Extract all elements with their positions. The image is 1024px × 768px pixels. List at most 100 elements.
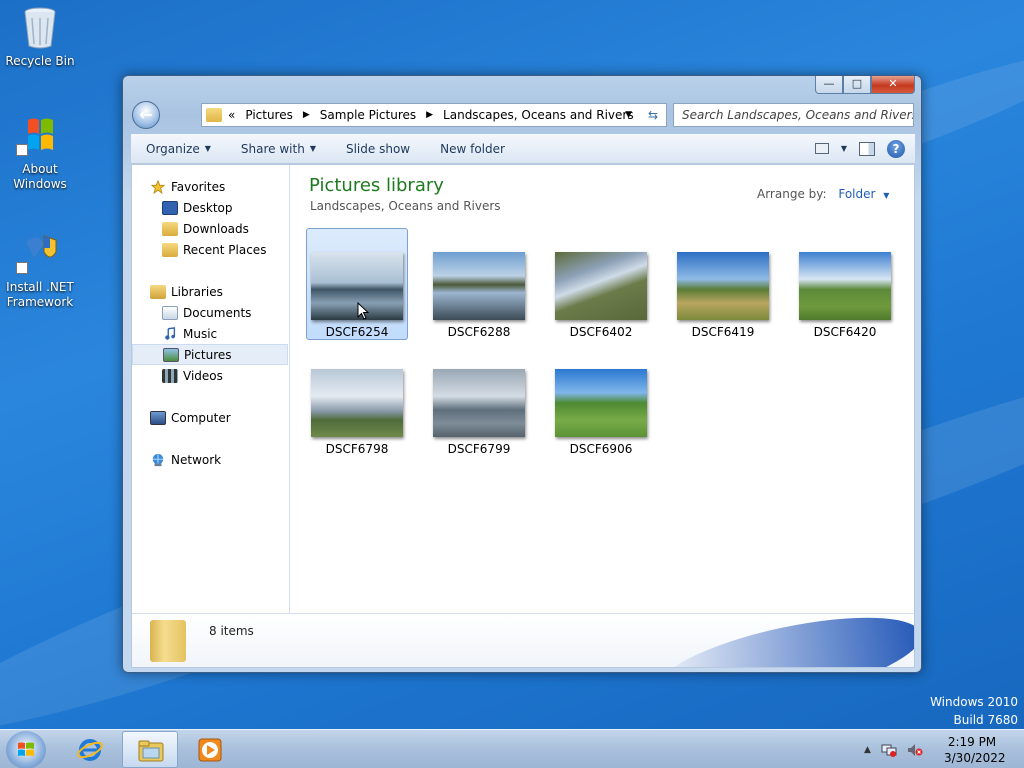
taskbar-internet-explorer[interactable] [62, 731, 118, 768]
photo-thumbnail [311, 369, 403, 437]
computer-icon [150, 410, 166, 425]
breadcrumb-separator[interactable]: ▶ [426, 110, 433, 120]
videos-icon [162, 368, 178, 383]
nav-item-desktop[interactable]: Desktop [162, 197, 233, 218]
file-item-dscf6419[interactable]: DSCF6419 [672, 228, 774, 340]
star-icon [150, 179, 166, 194]
file-item-dscf6420[interactable]: DSCF6420 [794, 228, 896, 340]
desktop-icon-recycle-bin[interactable]: Recycle Bin [0, 6, 80, 69]
taskbar-media-player[interactable] [182, 731, 238, 768]
slide-show-button[interactable]: Slide show [331, 142, 425, 156]
file-item-dscf6288[interactable]: DSCF6288 [428, 228, 530, 340]
file-name: DSCF6419 [691, 325, 755, 339]
desktop-icon [162, 200, 178, 215]
organize-button[interactable]: Organize ▼ [131, 142, 226, 156]
desktop-icon-about-windows[interactable]: About Windows [0, 114, 80, 192]
folder-icon [206, 108, 222, 122]
preview-pane-icon[interactable] [859, 141, 875, 156]
music-note-icon [165, 326, 176, 340]
nav-label: Documents [183, 305, 252, 320]
library-subtitle: Landscapes, Oceans and Rivers [310, 199, 501, 213]
downloads-folder-icon [162, 221, 178, 236]
chevron-down-icon: ▼ [204, 144, 211, 153]
nav-label: Downloads [183, 221, 249, 236]
view-options-dropdown-icon[interactable]: ▼ [841, 144, 847, 153]
start-button[interactable] [6, 731, 46, 768]
command-bar: Organize ▼ Share with ▼ Slide show New f… [131, 134, 915, 164]
nav-item-music[interactable]: Music [162, 323, 217, 344]
arrange-by-value: Folder [838, 187, 876, 201]
search-input[interactable]: Search Landscapes, Oceans and Rivers [673, 103, 914, 127]
maximize-button[interactable]: □ [843, 76, 871, 94]
photo-thumbnail [433, 252, 525, 320]
taskbar: ▲ 2:19 PM 3/30/2022 [0, 729, 1024, 768]
nav-item-favorites[interactable]: Favorites [150, 176, 225, 197]
show-hidden-icons-button[interactable]: ▲ [864, 745, 871, 755]
minimize-button[interactable]: — [815, 76, 843, 94]
address-bar[interactable]: « Pictures ▶ Sample Pictures ▶ Landscape… [201, 103, 667, 127]
nav-item-videos[interactable]: Videos [162, 365, 223, 386]
file-name: DSCF6402 [569, 325, 633, 339]
nav-item-downloads[interactable]: Downloads [162, 218, 249, 239]
internet-explorer-icon [77, 739, 103, 761]
arrange-by-label: Arrange by: [757, 187, 827, 201]
windows-explorer-icon [138, 740, 164, 762]
nav-label: Libraries [171, 284, 223, 299]
toolbar-right: ▼ ? [814, 139, 905, 158]
address-overflow[interactable]: « [228, 108, 235, 122]
file-list-area: Pictures library Landscapes, Oceans and … [291, 165, 914, 613]
nav-item-network[interactable]: Network [150, 449, 221, 470]
breadcrumb-pictures[interactable]: Pictures [245, 108, 293, 122]
address-dropdown-icon[interactable]: ▼ [625, 110, 632, 120]
explorer-content: Favorites Desktop Downloads Recent Place… [131, 164, 915, 668]
file-name: DSCF6906 [569, 442, 633, 456]
watermark-line-1: Windows 2010 [930, 695, 1018, 709]
new-folder-button[interactable]: New folder [425, 142, 520, 156]
file-name: DSCF6288 [447, 325, 511, 339]
close-button[interactable]: ✕ [871, 76, 915, 94]
desktop-icon-install-net[interactable]: Install .NET Framework [0, 232, 80, 310]
file-item-dscf6798[interactable]: DSCF6798 [306, 345, 408, 457]
file-item-dscf6254[interactable]: DSCF6254 [306, 228, 408, 340]
share-with-label: Share with [240, 141, 305, 156]
share-with-button[interactable]: Share with ▼ [226, 142, 331, 156]
change-view-icon[interactable] [814, 143, 829, 154]
nav-label: Desktop [183, 200, 233, 215]
photo-thumbnail [677, 252, 769, 320]
nav-item-libraries[interactable]: Libraries [150, 281, 223, 302]
nav-item-recent-places[interactable]: Recent Places [162, 239, 266, 260]
nav-label: Recent Places [183, 242, 267, 257]
file-item-dscf6906[interactable]: DSCF6906 [550, 345, 652, 457]
volume-muted-icon[interactable] [907, 743, 923, 757]
clock-time: 2:19 PM [947, 735, 997, 749]
build-watermark: Windows 2010 Build 7680 [930, 693, 1018, 729]
system-tray: ▲ [864, 730, 923, 768]
documents-icon [162, 305, 178, 320]
file-item-dscf6799[interactable]: DSCF6799 [428, 345, 530, 457]
nav-item-computer[interactable]: Computer [150, 407, 231, 428]
nav-label: Music [183, 326, 218, 341]
taskbar-clock[interactable]: 2:19 PM 3/30/2022 [944, 734, 1006, 766]
breadcrumb-sample-pictures[interactable]: Sample Pictures [320, 108, 416, 122]
back-button[interactable]: ← [132, 101, 160, 129]
network-status-icon[interactable] [881, 743, 897, 757]
nav-item-documents[interactable]: Documents [162, 302, 251, 323]
nav-item-pictures[interactable]: Pictures [132, 344, 288, 365]
taskbar-windows-explorer[interactable] [122, 731, 178, 768]
libraries-icon [150, 284, 166, 299]
help-icon[interactable]: ? [887, 139, 905, 158]
details-pane-swoosh [649, 614, 914, 667]
chevron-down-icon: ▼ [883, 191, 890, 200]
library-title: Pictures library [309, 175, 444, 196]
nav-label: Network [171, 452, 222, 467]
shortcut-arrow-icon [16, 262, 28, 274]
windows-logo-icon [18, 742, 34, 756]
breadcrumb-separator[interactable]: ▶ [303, 110, 310, 120]
breadcrumb-landscapes[interactable]: Landscapes, Oceans and Rivers [443, 108, 634, 122]
arrange-by-dropdown[interactable]: Folder ▼ [838, 187, 889, 201]
photo-thumbnail [555, 252, 647, 320]
media-player-icon [198, 738, 222, 762]
refresh-icon[interactable]: ⇆ [648, 108, 658, 122]
watermark-line-2: Build 7680 [953, 713, 1018, 727]
file-item-dscf6402[interactable]: DSCF6402 [550, 228, 652, 340]
